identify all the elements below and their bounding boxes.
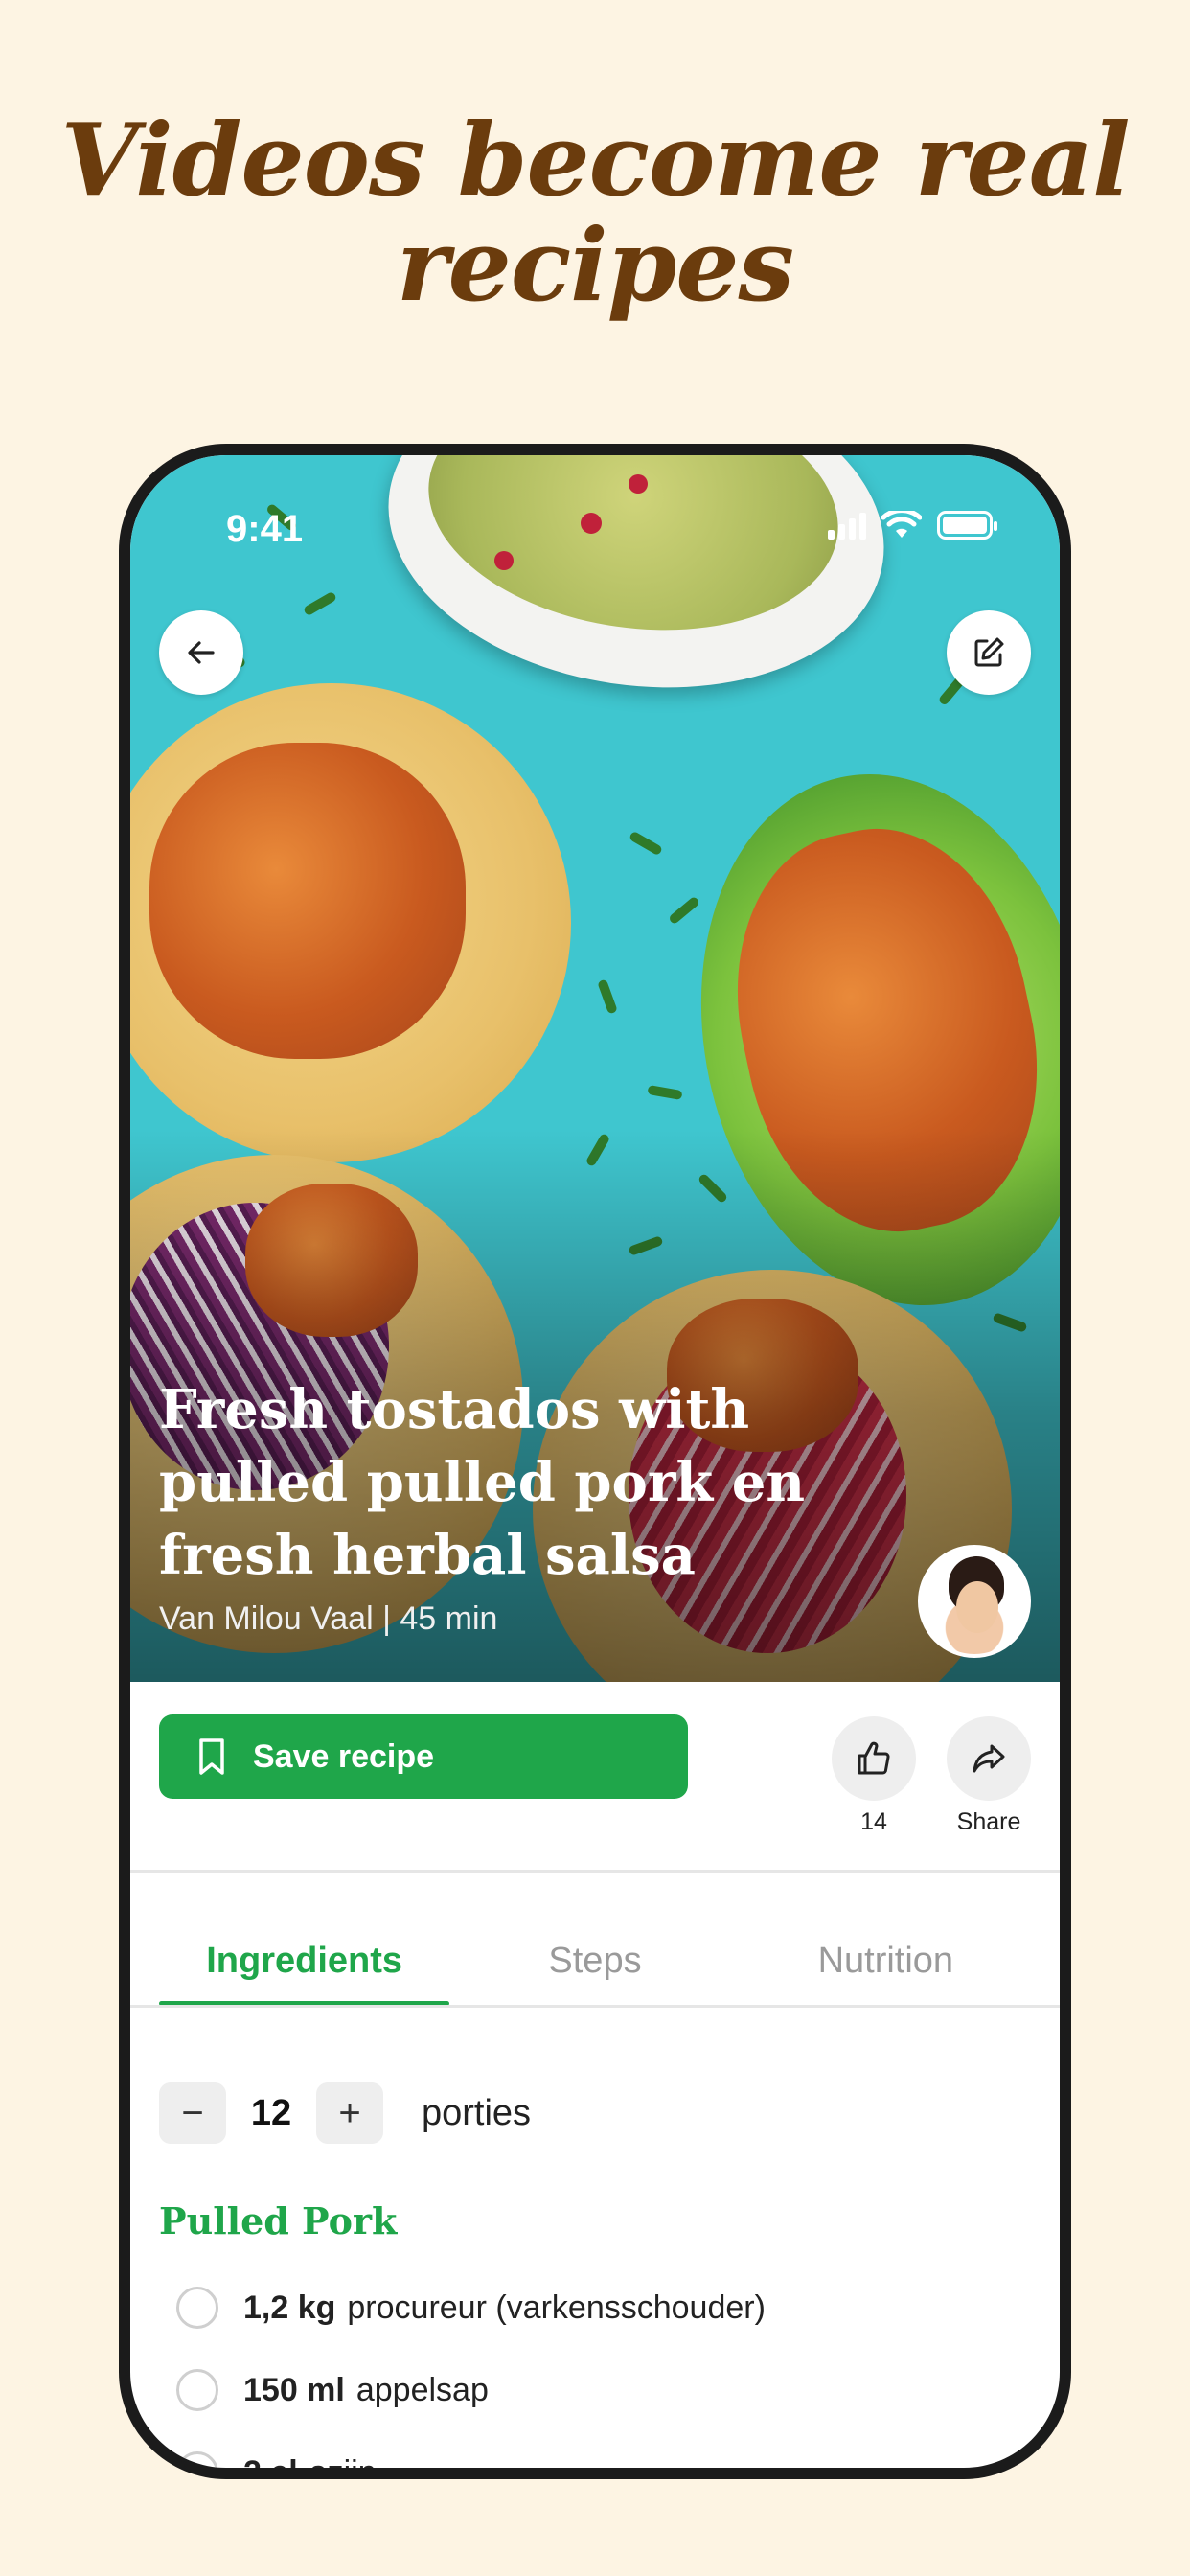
share-label: Share [956,1808,1021,1835]
author-avatar[interactable] [918,1545,1031,1658]
arrow-left-icon [188,641,215,664]
status-icons [828,511,997,540]
save-recipe-button[interactable]: Save recipe [159,1714,688,1799]
like-count: 14 [860,1808,887,1835]
servings-stepper: − 12 + porties [159,2082,531,2144]
ingredient-name: azijn [309,2454,377,2469]
ingredient-item[interactable]: 2 el azijn [176,2431,1039,2468]
ingredient-checkbox[interactable] [176,2369,218,2411]
ingredient-name: appelsap [355,2371,489,2408]
bookmark-icon [199,1738,224,1775]
ingredient-quantity: 1,2 kg [243,2288,336,2326]
share-circle[interactable] [947,1716,1031,1801]
servings-decrease-button[interactable]: − [159,2082,226,2144]
share-icon [973,1744,1005,1773]
edit-button[interactable] [947,610,1031,695]
back-button[interactable] [159,610,243,695]
ingredient-checkbox[interactable] [176,2287,218,2329]
servings-count: 12 [250,2092,292,2133]
recipe-title: Fresh tostados with pulled pulled pork e… [159,1378,806,1587]
tab-steps[interactable]: Steps [449,1931,740,1998]
tab-ingredients[interactable]: Ingredients [159,1931,450,2006]
ingredient-quantity: 2 el [243,2454,298,2469]
ingredient-list: 1,2 kg procureur (varkensschouder) 150 m… [176,2266,1039,2468]
tabs-divider [130,2005,1060,2008]
thumbs-up-icon [858,1741,890,1775]
tab-nutrition[interactable]: Nutrition [741,1931,1031,1998]
ingredient-item[interactable]: 150 ml appelsap [176,2349,1039,2431]
like-button[interactable]: 14 [832,1716,916,1836]
edit-icon [974,637,1004,667]
battery-icon [937,511,997,540]
ingredient-quantity: 150 ml [243,2371,345,2408]
signal-icon [828,511,866,540]
status-time: 9:41 [226,508,304,550]
phone-screen: 9:41 Fresh tostados with pulled pulled p… [130,455,1060,2468]
like-circle[interactable] [832,1716,916,1801]
servings-increase-button[interactable]: + [316,2082,383,2144]
phone-frame: 9:41 Fresh tostados with pulled pulled p… [119,444,1071,2479]
recipe-meta: Van Milou Vaal | 45 min [159,1600,498,1637]
save-recipe-label: Save recipe [253,1737,435,1775]
ingredient-item[interactable]: 1,2 kg procureur (varkensschouder) [176,2266,1039,2349]
divider [130,1870,1060,1873]
ingredient-checkbox[interactable] [176,2451,218,2468]
wifi-icon [881,511,922,538]
ingredient-section-title: Pulled Pork [159,2199,398,2242]
servings-label: porties [422,2092,532,2133]
recipe-tabs: Ingredients Steps Nutrition [159,1931,1031,2006]
headline: Videos become real recipes [60,101,1130,324]
ingredient-name: procureur (varkensschouder) [347,2288,766,2326]
share-button[interactable]: Share [947,1716,1031,1836]
